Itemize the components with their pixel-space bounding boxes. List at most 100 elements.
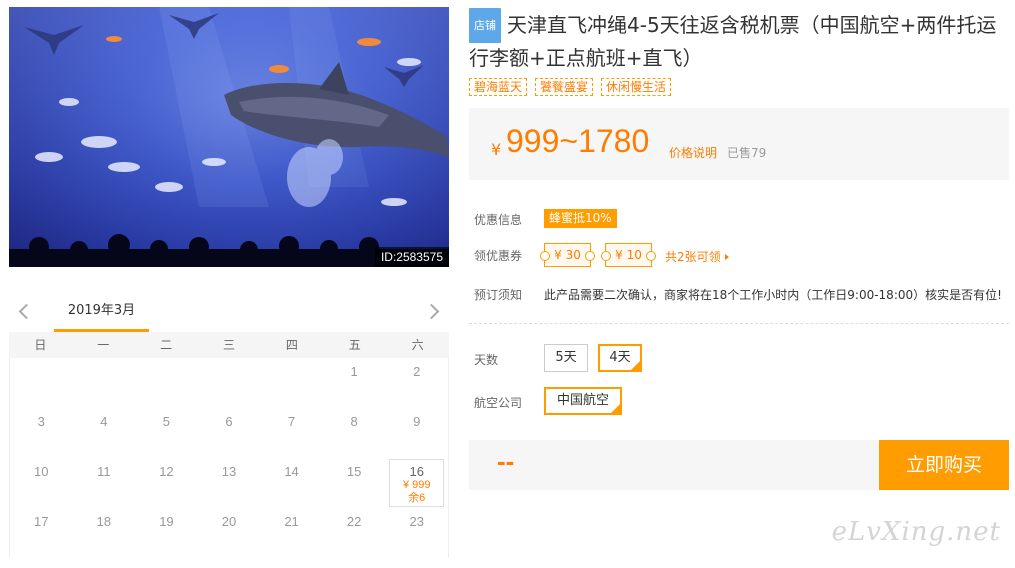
price-box: ¥ 999~1780 价格说明 已售79 — [469, 108, 1009, 180]
day-number: 23 — [409, 514, 424, 529]
coupon-more-link[interactable]: 共2张可领 — [665, 248, 729, 265]
option-days-4[interactable]: 4天 — [598, 344, 642, 372]
product-photo: ID:2583575 — [9, 7, 449, 267]
product-tags: 碧海蓝天 饕餮盛宴 休闲慢生活 — [469, 78, 672, 96]
day-number: 2 — [413, 364, 421, 379]
day-number: 12 — [159, 464, 174, 479]
day-number: 16 — [409, 464, 424, 479]
product-tag: 碧海蓝天 — [469, 78, 528, 96]
product-tag: 休闲慢生活 — [601, 78, 672, 96]
calendar-day: 4 — [73, 408, 136, 458]
calendar-day: 8 — [323, 408, 386, 458]
calendar-day: 11 — [73, 458, 136, 508]
shop-badge[interactable]: 店铺 — [469, 8, 501, 43]
section-divider — [469, 323, 1009, 324]
calendar-day — [10, 358, 73, 408]
watermark: eLvXing.net — [831, 517, 1001, 547]
calendar-day: 7 — [260, 408, 323, 458]
total-price: -- — [497, 446, 515, 476]
prev-month-chevron-icon[interactable] — [13, 300, 35, 322]
calendar-weekdays: 日一二三四五六 — [9, 332, 449, 358]
calendar-month-tab[interactable]: 2019年3月 — [54, 296, 149, 332]
price-currency: ¥ — [491, 140, 502, 159]
promo-label: 优惠信息 — [474, 213, 523, 227]
date-calendar: 2019年3月 日一二三四五六 1 2 3 4 5 6 7 8 9 10 11 12 13 14 15 16 ¥… — [9, 296, 449, 568]
day-number: 20 — [221, 514, 237, 529]
airline-label: 航空公司 — [474, 396, 523, 410]
aquarium-illustration — [9, 7, 449, 267]
calendar-day — [260, 358, 323, 408]
calendar-day: 13 — [198, 458, 261, 508]
day-number: 10 — [34, 464, 49, 479]
weekday-label: 三 — [222, 338, 235, 352]
day-number: 4 — [100, 414, 108, 429]
coupon-10[interactable]: ¥ 10 — [601, 243, 656, 267]
calendar-day: 1 — [323, 358, 386, 408]
day-price: ¥ 999 — [402, 479, 431, 491]
weekday-label: 二 — [160, 338, 173, 352]
option-airline[interactable]: 中国航空 — [544, 387, 622, 415]
buy-bar: -- 立即购买 — [469, 440, 1009, 490]
day-number: 7 — [287, 414, 296, 429]
product-title-text: 天津直飞冲绳4-5天往返含税机票（中国航空+两件托运行李额+正点航班+直飞） — [469, 13, 997, 70]
calendar-day: 5 — [135, 408, 198, 458]
day-number: 22 — [346, 514, 362, 529]
booking-notice: 此产品需要二次确认，商家将在18个工作小时内（工作日9:00-18:00）核实是… — [544, 288, 1002, 302]
photo-id-label: ID:2583575 — [374, 247, 449, 267]
calendar-header: 2019年3月 — [9, 296, 449, 332]
sold-count: 已售79 — [727, 146, 767, 160]
day-stock: 余6 — [408, 492, 426, 504]
day-number: 8 — [350, 414, 358, 429]
calendar-day: 18 — [73, 508, 136, 558]
calendar-days-grid: 1 2 3 4 5 6 7 8 9 10 11 12 13 14 15 16 ¥ 999 余6 17 18 19 20 21… — [9, 358, 449, 558]
day-number: 5 — [162, 414, 171, 429]
coupon-30[interactable]: ¥ 30 — [540, 243, 595, 267]
day-number: 11 — [97, 464, 111, 479]
calendar-day: 14 — [260, 458, 323, 508]
calendar-day: 19 — [135, 508, 198, 558]
calendar-day: 6 — [198, 408, 261, 458]
calendar-day: 2 — [385, 358, 448, 408]
days-label: 天数 — [474, 353, 499, 367]
day-number: 3 — [37, 414, 45, 429]
calendar-day — [135, 358, 198, 408]
day-number: 21 — [284, 514, 299, 529]
option-days-5[interactable]: 5天 — [544, 344, 588, 372]
weekday-label: 四 — [285, 338, 298, 352]
price-explain-link[interactable]: 价格说明 — [669, 144, 717, 161]
calendar-day: 12 — [135, 458, 198, 508]
day-number: 9 — [413, 414, 421, 429]
weekday-label: 日 — [34, 338, 47, 352]
calendar-day: 9 — [385, 408, 448, 458]
buy-now-button[interactable]: 立即购买 — [879, 440, 1009, 490]
caret-right-icon — [724, 254, 729, 260]
day-number: 18 — [96, 514, 112, 529]
coupon-more-text: 共2张可领 — [665, 250, 721, 264]
calendar-day-available[interactable]: 16 ¥ 999 余6 — [389, 459, 444, 507]
day-number: 17 — [34, 514, 49, 529]
calendar-day — [198, 358, 261, 408]
day-number: 6 — [225, 414, 233, 429]
calendar-day: 23 — [385, 508, 448, 558]
calendar-day: 21 — [260, 508, 323, 558]
product-title: 店铺 天津直飞冲绳4-5天往返含税机票（中国航空+两件托运行李额+正点航班+直飞） — [469, 8, 1009, 74]
day-number: 13 — [221, 464, 237, 479]
calendar-day: 22 — [323, 508, 386, 558]
price-range: 999~1780 — [506, 123, 650, 159]
calendar-day: 15 — [323, 458, 386, 508]
day-number: 19 — [159, 514, 174, 529]
coupon-label: 领优惠券 — [474, 249, 523, 263]
calendar-day: 20 — [198, 508, 261, 558]
calendar-day: 3 — [10, 408, 73, 458]
weekday-label: 一 — [97, 338, 110, 352]
day-number: 15 — [346, 464, 362, 479]
day-number: 1 — [350, 364, 358, 379]
calendar-day: 17 — [10, 508, 73, 558]
calendar-day — [73, 358, 136, 408]
booking-label: 预订须知 — [474, 288, 523, 302]
calendar-day: 10 — [10, 458, 73, 508]
product-tag: 饕餮盛宴 — [535, 78, 594, 96]
weekday-label: 六 — [411, 338, 424, 352]
product-title-block: 店铺 天津直飞冲绳4-5天往返含税机票（中国航空+两件托运行李额+正点航班+直飞） — [469, 8, 1009, 74]
next-month-chevron-icon[interactable] — [423, 300, 445, 322]
